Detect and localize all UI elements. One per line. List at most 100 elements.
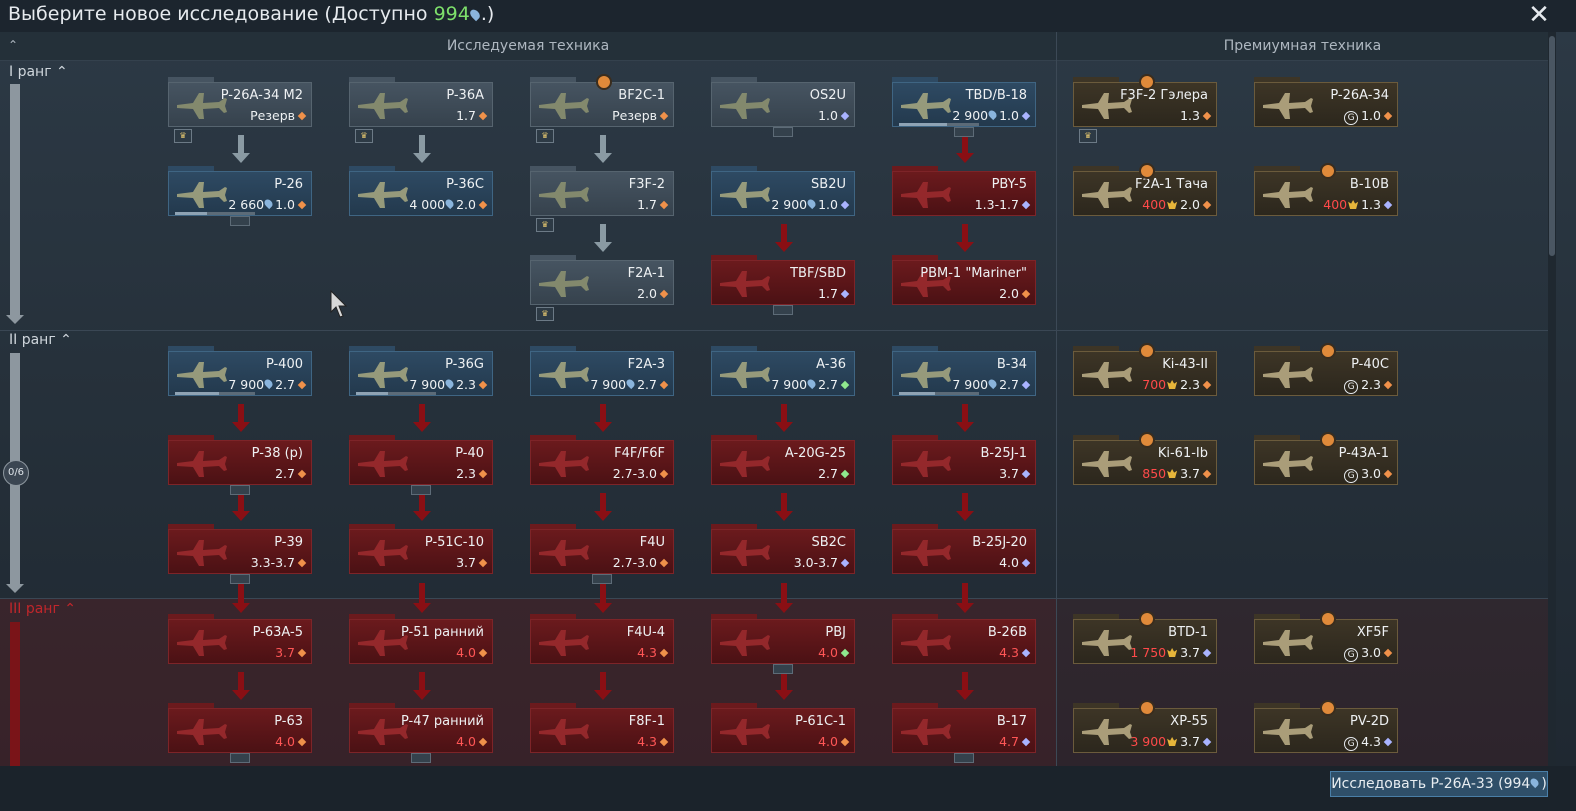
vehicle-card-a20g25[interactable]: A-20G-25 2.7 (711, 435, 855, 485)
vehicle-card-p61c1[interactable]: P-61C-1 4.0 (711, 703, 855, 753)
vehicle-card-b25j20[interactable]: B-25J-20 4.0 (892, 524, 1036, 574)
vehicle-card-b10b[interactable]: B-10B 400 1.3 (1254, 163, 1398, 216)
crew-icon: ♛ (1079, 129, 1097, 143)
battle-rating: 1.0 (1361, 108, 1381, 123)
vehicle-name: P-26A-34 M2 (220, 88, 303, 103)
vehicle-card-bf2c1[interactable]: BF2C-1 Резерв ♛ (530, 74, 674, 143)
vehicle-card-sb2u[interactable]: SB2U 2 900 1.0 (711, 166, 855, 216)
vehicle-card-p40[interactable]: P-40 2.3 (349, 435, 493, 495)
vehicle-card-tbfsbd[interactable]: TBF/SBD 1.7 (711, 255, 855, 315)
collapse-all-icon[interactable]: ⌃ (6, 38, 20, 52)
vehicle-info: 1.0 (818, 108, 850, 123)
battle-rating: 1.0 (275, 197, 295, 212)
research-button[interactable]: Исследовать P-26A-33 (994) (1330, 771, 1548, 797)
vehicle-class-orange-icon (659, 289, 669, 299)
vehicle-card-b26b[interactable]: B-26B 4.3 (892, 614, 1036, 664)
vehicle-name: F4U (639, 535, 665, 550)
vehicle-card-sb2c[interactable]: SB2C 3.0-3.7 (711, 524, 855, 574)
research-point-icon (443, 377, 456, 390)
vehicle-card-p40c[interactable]: P-40C G 2.3 (1254, 343, 1398, 396)
mouse-cursor-icon (330, 290, 348, 318)
vehicle-card-p400[interactable]: P-400 7 900 2.7 (168, 346, 312, 396)
vehicle-card-f3f2g[interactable]: F3F-2 Гэлера 1.3 ♛ (1073, 74, 1217, 143)
vehicle-card-os2u[interactable]: OS2U 1.0 (711, 77, 855, 137)
vehicle-card-f2a1[interactable]: F2A-1 2.0 ♛ (530, 255, 674, 321)
battle-rating: 2.7 (275, 377, 295, 392)
chevron-up-icon: ⌃ (60, 332, 72, 348)
vehicle-card-p51c10[interactable]: P-51C-10 3.7 (349, 524, 493, 574)
vehicle-class-blue-icon (840, 111, 850, 121)
vehicle-card-btd1[interactable]: BTD-1 1 750 3.7 (1073, 611, 1217, 664)
vehicle-card-p36g[interactable]: P-36G 7 900 2.3 (349, 346, 493, 396)
vehicle-card-ki61[interactable]: Ki-61-Ib 850 3.7 (1073, 432, 1217, 485)
vehicle-card-p39[interactable]: P-39 3.3-3.7 (168, 524, 312, 584)
vehicle-card-p47early[interactable]: P-47 ранний 4.0 (349, 703, 493, 763)
vehicle-card-f3f2[interactable]: F3F-2 1.7 ♛ (530, 166, 674, 232)
vehicle-card-p36a[interactable]: P-36A 1.7 ♛ (349, 77, 493, 143)
vehicle-name: P-51 ранний (400, 625, 484, 640)
vehicle-card-pv2d[interactable]: PV-2D G 4.3 (1254, 700, 1398, 753)
vehicle-card-p26a34[interactable]: P-26A-34 G 1.0 (1254, 77, 1398, 127)
vehicle-card-ki43[interactable]: Ki-43-II 700 2.3 (1073, 343, 1217, 396)
vehicle-card-p63[interactable]: P-63 4.0 (168, 703, 312, 763)
gold-eagle-icon: G (1344, 380, 1359, 394)
rank-2-label[interactable]: II ранг ⌃ (9, 332, 72, 348)
vehicle-card-f4u[interactable]: F4U 2.7-3.0 (530, 524, 674, 584)
vehicle-card-p36c[interactable]: P-36C 4 000 2.0 (349, 166, 493, 216)
vehicle-card-xp55[interactable]: XP-55 3 900 3.7 (1073, 700, 1217, 753)
vehicle-card-p63a5[interactable]: P-63A-5 3.7 (168, 614, 312, 664)
vehicle-card-b17[interactable]: B-17 4.7 (892, 703, 1036, 763)
vehicle-card-p26a34m2[interactable]: P-26A-34 M2 Резерв ♛ (168, 77, 312, 143)
vehicle-card-f4u4[interactable]: F4U-4 4.3 (530, 614, 674, 664)
close-icon[interactable]: ✕ (1526, 2, 1552, 28)
scrollbar-thumb[interactable] (1549, 36, 1555, 256)
vehicle-card-f8f1[interactable]: F8F-1 4.3 (530, 703, 674, 753)
vehicle-card-p26[interactable]: P-26 2 660 1.0 (168, 166, 312, 226)
aircraft-icon (539, 630, 589, 656)
vehicle-card-a36[interactable]: A-36 7 900 2.7 (711, 346, 855, 396)
rank-3-label[interactable]: III ранг ⌃ (9, 601, 76, 617)
vehicle-card-p38p[interactable]: P-38 (р) 2.7 (168, 435, 312, 495)
premium-badge-icon (1320, 163, 1336, 179)
gold-eagle-icon: G (1344, 111, 1359, 125)
vehicle-card-b25j1[interactable]: B-25J-1 3.7 (892, 435, 1036, 485)
vehicle-card-tbdb18[interactable]: TBD/B-18 2 900 1.0 (892, 77, 1036, 137)
cost-value: 7 900 (590, 377, 627, 392)
vehicle-class-blue-icon (840, 289, 850, 299)
battle-rating: 3.3-3.7 (250, 555, 295, 570)
vehicle-card-xf5f[interactable]: XF5F G 3.0 (1254, 611, 1398, 664)
scrollbar[interactable] (1548, 32, 1556, 766)
aircraft-icon (1263, 93, 1313, 119)
vehicle-card-pby5[interactable]: PBY-5 1.3-1.7 (892, 166, 1036, 216)
vehicle-card-pbm1[interactable]: PBM-1 "Mariner" 2.0 (892, 255, 1036, 305)
vehicle-card-p43a1[interactable]: P-43A-1 G 3.0 (1254, 432, 1398, 485)
aircraft-icon (720, 719, 770, 745)
aircraft-icon (358, 451, 408, 477)
cost-value: 4 000 (409, 197, 446, 212)
premium-badge-icon (596, 74, 612, 90)
vehicle-card-p51early[interactable]: P-51 ранний 4.0 (349, 614, 493, 664)
vehicle-class-orange-icon (1383, 469, 1393, 479)
vehicle-card-f2a1t[interactable]: F2A-1 Тача 400 2.0 (1073, 163, 1217, 216)
vehicle-card-f2a3[interactable]: F2A-3 7 900 2.7 (530, 346, 674, 396)
battle-rating: 3.7 (999, 466, 1019, 481)
vehicle-card-pbj[interactable]: PBJ 4.0 (711, 614, 855, 674)
vehicle-info: 4.0 (818, 734, 850, 749)
vehicle-card-f4ff6f[interactable]: F4F/F6F 2.7-3.0 (530, 435, 674, 485)
vehicle-name: PBM-1 "Mariner" (920, 266, 1027, 281)
vehicle-info: 4.3 (999, 645, 1031, 660)
aircraft-icon (901, 93, 951, 119)
vehicle-name: PV-2D (1350, 714, 1389, 729)
vehicle-card-b34[interactable]: B-34 7 900 2.7 (892, 346, 1036, 396)
vehicle-class-blue-icon (1202, 648, 1212, 658)
vehicle-name: BF2C-1 (618, 88, 665, 103)
vehicle-info: 2.3 (456, 466, 488, 481)
battle-rating: 2.7 (818, 377, 838, 392)
vehicle-class-orange-icon (297, 469, 307, 479)
rank-1-label[interactable]: I ранг ⌃ (9, 64, 68, 80)
aircraft-icon (720, 540, 770, 566)
aircraft-icon (720, 271, 770, 297)
vehicle-class-orange-icon (297, 200, 307, 210)
vehicle-class-orange-icon (840, 737, 850, 747)
battle-rating: 4.0 (456, 645, 476, 660)
